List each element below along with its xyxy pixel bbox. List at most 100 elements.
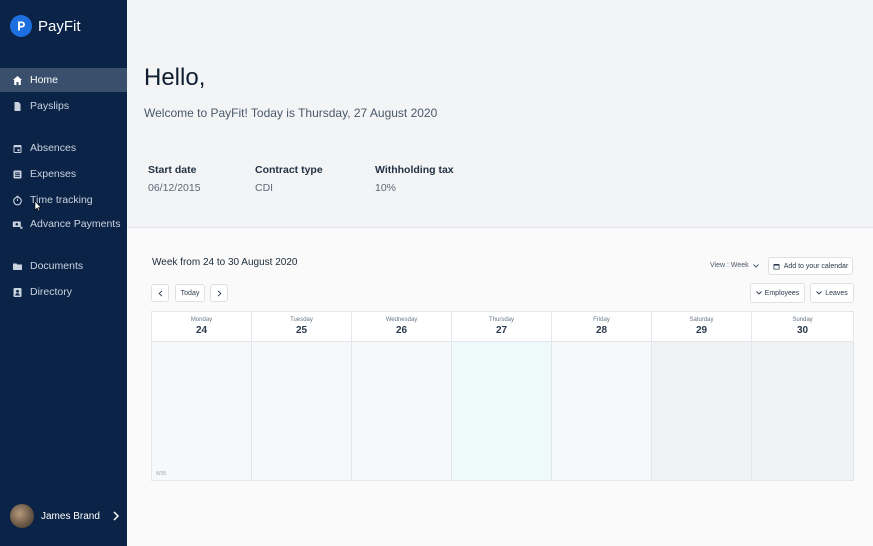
day-body: W35	[152, 342, 251, 480]
day-number: 28	[595, 325, 608, 336]
sidebar-item-label: Absences	[30, 142, 77, 154]
info-withholding-tax: Withholding tax 10%	[375, 164, 454, 194]
stopwatch-icon	[12, 195, 23, 206]
info-label: Contract type	[255, 164, 323, 176]
day-body	[252, 342, 351, 480]
day-column-tuesday[interactable]: Tuesday 25	[252, 312, 352, 480]
day-name: Friday	[593, 317, 610, 323]
info-label: Withholding tax	[375, 164, 454, 176]
user-name: James Brand	[41, 510, 100, 522]
sidebar-item-home[interactable]: Home	[0, 68, 127, 92]
sidebar-item-documents[interactable]: Documents	[0, 254, 127, 278]
week-grid: Monday 24 W35 Tuesday 25 Wednesday 26 Th…	[151, 311, 854, 481]
info-start-date: Start date 06/12/2015	[148, 164, 201, 194]
leaves-filter-label: Leaves	[825, 289, 848, 297]
sidebar-item-absences[interactable]: Absences	[0, 136, 127, 160]
sidebar: PayFit Home Payslips Absences Expenses T…	[0, 0, 127, 546]
day-name: Thursday	[488, 317, 514, 323]
add-to-calendar-button[interactable]: Add to your calendar	[768, 257, 853, 275]
mouse-cursor-icon	[34, 200, 42, 212]
info-label: Start date	[148, 164, 197, 176]
day-header: Thursday 27	[452, 312, 551, 342]
sidebar-item-label: Payslips	[30, 100, 70, 112]
day-column-saturday[interactable]: Saturday 29	[652, 312, 752, 480]
day-body	[552, 342, 651, 480]
employees-filter-label: Employees	[764, 289, 800, 297]
day-body	[352, 342, 451, 480]
day-name: Wednesday	[385, 317, 418, 323]
day-number: 27	[495, 325, 508, 336]
day-header: Friday 28	[552, 312, 651, 342]
today-button-label: Today	[180, 289, 200, 297]
day-number: 25	[295, 325, 308, 336]
day-body	[452, 342, 551, 480]
day-header: Sunday 30	[752, 312, 853, 342]
info-value: CDI	[255, 182, 274, 194]
day-name: Tuesday	[290, 317, 313, 323]
day-header: Tuesday 25	[252, 312, 351, 342]
info-value: 10%	[375, 182, 397, 194]
day-name: Monday	[190, 317, 213, 323]
welcome-panel: Hello, Welcome to PayFit! Today is Thurs…	[127, 0, 873, 228]
day-header: Wednesday 26	[352, 312, 451, 342]
day-name: Saturday	[689, 317, 714, 323]
day-header: Saturday 29	[652, 312, 751, 342]
employees-filter[interactable]: Employees	[750, 283, 805, 303]
folder-icon	[12, 261, 23, 272]
sidebar-item-directory[interactable]: Directory	[0, 280, 127, 304]
chevron-down-icon	[816, 291, 823, 295]
calendar-icon	[12, 143, 23, 154]
day-column-friday[interactable]: Friday 28	[552, 312, 652, 480]
sidebar-item-label: Expenses	[30, 168, 77, 180]
day-header: Monday 24	[152, 312, 251, 342]
sidebar-item-advance-payments[interactable]: Advance Payments	[0, 212, 127, 236]
day-column-wednesday[interactable]: Wednesday 26	[352, 312, 452, 480]
sidebar-item-label: Advance Payments	[30, 218, 121, 230]
greeting: Hello,	[144, 64, 206, 91]
chevron-right-icon	[112, 510, 120, 522]
day-number: 26	[395, 325, 408, 336]
sidebar-item-time-tracking[interactable]: Time tracking	[0, 188, 127, 212]
day-number: 30	[796, 325, 809, 336]
day-name: Sunday	[792, 317, 813, 323]
document-icon	[12, 101, 23, 112]
sidebar-item-label: Directory	[30, 286, 73, 298]
chevron-left-icon	[158, 289, 163, 297]
user-profile[interactable]: James Brand	[10, 504, 120, 528]
calendar-section: Week from 24 to 30 August 2020 View : We…	[127, 229, 873, 546]
day-body	[652, 342, 751, 480]
chevron-down-icon	[755, 291, 762, 295]
week-title: Week from 24 to 30 August 2020	[152, 257, 298, 268]
sidebar-item-expenses[interactable]: Expenses	[0, 162, 127, 186]
week-number: W35	[156, 471, 167, 477]
chevron-right-icon	[217, 289, 222, 297]
leaves-filter[interactable]: Leaves	[810, 283, 854, 303]
money-icon	[12, 219, 23, 230]
info-value: 06/12/2015	[148, 182, 201, 194]
payfit-logo-icon	[10, 15, 32, 37]
day-body	[752, 342, 853, 480]
add-to-calendar-label: Add to your calendar	[783, 262, 849, 270]
next-week-button[interactable]	[210, 284, 228, 302]
avatar	[10, 504, 34, 528]
day-column-thursday[interactable]: Thursday 27	[452, 312, 552, 480]
calendar-icon	[773, 263, 780, 270]
sidebar-item-payslips[interactable]: Payslips	[0, 94, 127, 118]
chevron-down-icon	[752, 263, 759, 268]
payfit-logo[interactable]: PayFit	[10, 15, 81, 37]
day-number: 24	[195, 325, 208, 336]
sidebar-item-label: Home	[30, 74, 59, 86]
home-icon	[12, 75, 23, 86]
view-selector[interactable]: View : Week	[710, 262, 759, 269]
app-name: PayFit	[38, 17, 81, 35]
sidebar-item-label: Documents	[30, 260, 84, 272]
previous-week-button[interactable]	[151, 284, 169, 302]
list-icon	[12, 169, 23, 180]
day-column-sunday[interactable]: Sunday 30	[752, 312, 853, 480]
today-button[interactable]: Today	[175, 284, 205, 302]
info-contract-type: Contract type CDI	[255, 164, 323, 194]
day-column-monday[interactable]: Monday 24 W35	[152, 312, 252, 480]
view-selector-label: View : Week	[710, 262, 749, 269]
contacts-icon	[12, 287, 23, 298]
welcome-text: Welcome to PayFit! Today is Thursday, 27…	[144, 106, 438, 120]
